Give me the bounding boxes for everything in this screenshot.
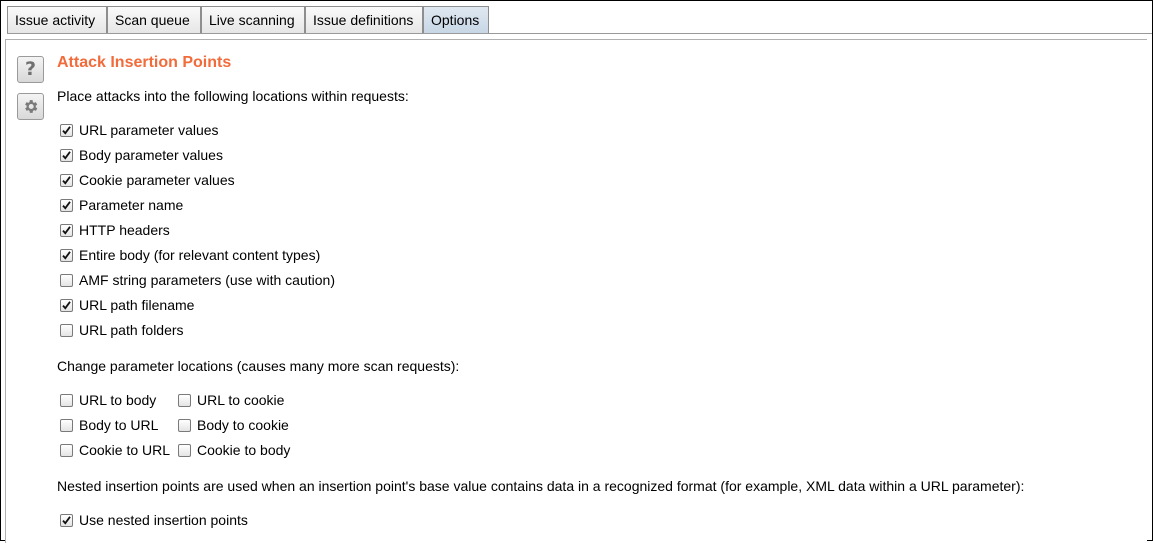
url-to-body-checkbox[interactable]	[60, 393, 73, 407]
body-to-cookie-checkbox[interactable]	[178, 418, 191, 432]
url-path-folders-option[interactable]: URL path folders	[60, 322, 184, 338]
parameter-name-label: Parameter name	[79, 197, 184, 213]
cookie-to-body-checkbox[interactable]	[178, 443, 191, 457]
cookie-to-body-label: Cookie to body	[197, 442, 291, 458]
cookie-to-url-label: Cookie to URL	[79, 442, 171, 458]
tab-issue-definitions[interactable]: Issue definitions	[305, 6, 423, 33]
url-path-filename-label: URL path filename	[79, 297, 195, 313]
body-to-url-checkbox[interactable]	[60, 418, 73, 432]
url-to-body-option[interactable]: URL to body	[60, 392, 156, 408]
cookie-to-url-option[interactable]: Cookie to URL	[60, 442, 170, 458]
tab-scan-queue[interactable]: Scan queue	[107, 6, 201, 33]
body-to-cookie-label: Body to cookie	[197, 417, 289, 433]
http-headers-option[interactable]: HTTP headers	[60, 222, 170, 238]
help-button[interactable]: ?	[17, 56, 44, 83]
url-path-filename-option[interactable]: URL path filename	[60, 297, 194, 313]
tab-live-scanning[interactable]: Live scanning	[201, 6, 305, 33]
url-path-filename-checkbox[interactable]	[60, 298, 73, 312]
cookie-to-url-checkbox[interactable]	[60, 443, 73, 457]
body-to-url-option[interactable]: Body to URL	[60, 417, 158, 433]
url-path-folders-label: URL path folders	[79, 322, 184, 338]
app-window: Issue activity Scan queue Live scanning …	[0, 0, 1153, 543]
locations-heading: Place attacks into the following locatio…	[57, 88, 409, 104]
tab-options[interactable]: Options	[423, 6, 489, 34]
url-to-cookie-label: URL to cookie	[197, 392, 285, 408]
parameter-name-option[interactable]: Parameter name	[60, 197, 183, 213]
url-to-cookie-option[interactable]: URL to cookie	[178, 392, 284, 408]
cookie-parameter-values-checkbox[interactable]	[60, 173, 73, 187]
gear-icon	[25, 100, 38, 113]
amf-string-parameters-label: AMF string parameters (use with caution)	[79, 272, 335, 288]
tab-bar: Issue activity Scan queue Live scanning …	[1, 1, 1152, 34]
url-to-cookie-checkbox[interactable]	[178, 393, 191, 407]
change-locations-heading: Change parameter locations (causes many …	[57, 358, 460, 374]
entire-body-option[interactable]: Entire body (for relevant content types)	[60, 247, 320, 263]
settings-button[interactable]	[17, 93, 44, 120]
tab-issue-activity[interactable]: Issue activity	[7, 6, 107, 33]
nested-label: Use nested insertion points	[79, 512, 248, 528]
http-headers-checkbox[interactable]	[60, 223, 73, 237]
cookie-parameter-values-label: Cookie parameter values	[79, 172, 235, 188]
amf-string-parameters-option[interactable]: AMF string parameters (use with caution)	[60, 272, 335, 288]
cookie-to-body-option[interactable]: Cookie to body	[178, 442, 290, 458]
body-to-url-label: Body to URL	[79, 417, 159, 433]
amf-string-parameters-checkbox[interactable]	[60, 273, 73, 287]
entire-body-checkbox[interactable]	[60, 248, 73, 262]
http-headers-label: HTTP headers	[79, 222, 170, 238]
url-parameter-values-option[interactable]: URL parameter values	[60, 122, 219, 138]
body-parameter-values-label: Body parameter values	[79, 147, 223, 163]
nested-checkbox[interactable]	[60, 513, 73, 527]
entire-body-label: Entire body (for relevant content types)	[79, 247, 321, 263]
section-title: Attack Insertion Points	[57, 54, 232, 71]
tab-divider	[7, 33, 1152, 34]
options-panel: ? Attack Insertion Points Place attacks …	[5, 39, 1147, 543]
url-parameter-values-label: URL parameter values	[79, 122, 219, 138]
url-path-folders-checkbox[interactable]	[60, 323, 73, 337]
parameter-name-checkbox[interactable]	[60, 198, 73, 212]
body-to-cookie-option[interactable]: Body to cookie	[178, 417, 289, 433]
cookie-parameter-values-option[interactable]: Cookie parameter values	[60, 172, 235, 188]
nested-option[interactable]: Use nested insertion points	[60, 512, 248, 528]
help-icon: ?	[24, 58, 37, 80]
nested-description: Nested insertion points are used when an…	[57, 478, 1025, 494]
body-parameter-values-option[interactable]: Body parameter values	[60, 147, 223, 163]
url-to-body-label: URL to body	[79, 392, 157, 408]
body-parameter-values-checkbox[interactable]	[60, 148, 73, 162]
url-parameter-values-checkbox[interactable]	[60, 123, 73, 137]
